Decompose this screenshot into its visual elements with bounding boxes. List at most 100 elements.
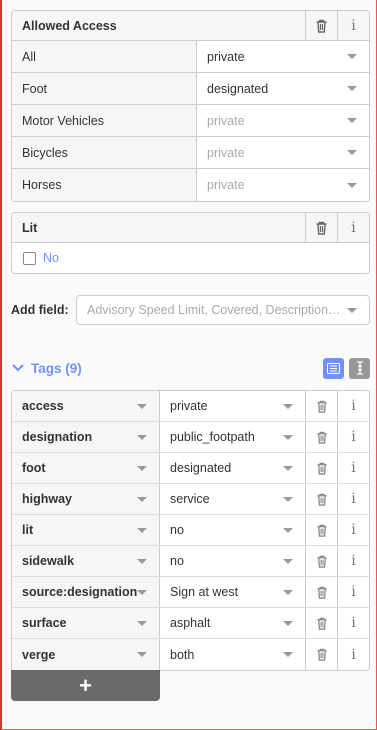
chevron-down-icon [137,496,147,502]
access-row: Motor Vehicles private [12,105,369,137]
access-row-select[interactable]: private [197,41,369,72]
lit-info-button[interactable]: i [337,213,369,243]
chevron-down-icon[interactable] [11,361,25,375]
tag-delete-button[interactable] [306,639,338,670]
info-icon: i [351,491,356,507]
tag-key-input[interactable]: foot [12,453,160,483]
tag-key-input[interactable]: verge [12,639,160,670]
text-view-button[interactable] [349,357,370,379]
trash-icon [316,586,327,599]
trash-icon [316,617,327,630]
tag-row: foot designated i [12,453,369,484]
lit-delete-button[interactable] [305,213,337,243]
info-icon: i [351,646,356,663]
tag-value-input[interactable]: Sign at west [160,577,306,607]
tag-key-input[interactable]: surface [12,608,160,638]
trash-icon [316,221,327,235]
tag-value-input[interactable]: no [160,546,306,576]
add-field-combobox[interactable]: Advisory Speed Limit, Covered, Descripti… [76,295,370,325]
tags-table: access private i designation public_footpath… [11,390,370,671]
chevron-down-icon [137,589,148,595]
tag-info-button[interactable]: i [338,453,369,483]
tag-delete-button[interactable] [306,422,338,452]
tag-delete-button[interactable] [306,484,338,514]
tag-value-input[interactable]: private [160,391,306,421]
tag-value-input[interactable]: asphalt [160,608,306,638]
list-view-button[interactable] [323,357,344,379]
tag-value-input[interactable]: no [160,515,306,545]
tag-key-input[interactable]: designation [12,422,160,452]
trash-icon [316,555,327,568]
access-row-select[interactable]: private [197,105,369,136]
tag-row: lit no i [12,515,369,546]
lit-field: Lit i No [11,212,370,274]
tag-value: Sign at west [170,585,239,599]
tag-info-button[interactable]: i [338,608,369,638]
tag-delete-button[interactable] [306,546,338,576]
tag-key-input[interactable]: lit [12,515,160,545]
tag-delete-button[interactable] [306,577,338,607]
tag-value: private [170,399,208,413]
tag-value-input[interactable]: both [160,639,306,670]
tag-row: source:designation Sign at west i [12,577,369,608]
tag-value-input[interactable]: public_footpath [160,422,306,452]
access-row-select[interactable]: designated [197,73,369,104]
tag-value: both [170,647,195,662]
tag-value-input[interactable]: designated [160,453,306,483]
tag-info-button[interactable]: i [338,422,369,452]
tag-key-input[interactable]: sidewalk [12,546,160,576]
tag-key-input[interactable]: source:designation [12,577,160,607]
tag-key-input[interactable]: highway [12,484,160,514]
tag-value: designated [170,461,232,475]
tag-value-input[interactable]: service [160,484,306,514]
tag-info-button[interactable]: i [338,546,369,576]
access-row: All private [12,41,369,73]
tag-info-button[interactable]: i [338,577,369,607]
trash-icon [316,400,327,413]
info-icon: i [351,219,356,236]
access-row-value: designated [207,81,269,96]
tag-row: designation public_footpath i [12,422,369,453]
info-icon: i [351,522,356,538]
access-row: Horses private [12,169,369,201]
tag-delete-button[interactable] [306,608,338,638]
access-row-label: All [12,41,197,72]
tag-delete-button[interactable] [306,515,338,545]
info-icon: i [351,17,356,34]
tag-key: lit [22,523,34,537]
add-tag-button[interactable]: + [11,670,160,701]
chevron-down-icon [137,403,147,409]
chevron-down-icon [137,434,147,440]
chevron-down-icon [347,54,357,59]
tags-toggle[interactable]: Tags (9) [31,361,318,376]
tag-row: surface asphalt i [12,608,369,639]
access-row-select[interactable]: private [197,137,369,168]
access-row-label: Bicycles [12,137,197,168]
lit-checkbox-row[interactable]: No [12,243,369,273]
access-row-label: Motor Vehicles [12,105,197,136]
allowed-access-info-button[interactable]: i [337,11,369,41]
chevron-down-icon [283,527,293,533]
chevron-down-icon [347,182,357,188]
tag-info-button[interactable]: i [338,639,369,670]
tag-key: source:designation [22,585,138,599]
trash-icon [316,19,327,33]
access-row-select[interactable]: private [197,169,369,201]
allowed-access-delete-button[interactable] [305,11,337,41]
add-field-placeholder: Advisory Speed Limit, Covered, Descripti… [87,303,341,317]
chevron-down-icon [283,558,293,564]
chevron-down-icon [283,652,293,657]
tag-key: highway [22,492,73,506]
allowed-access-field: Allowed Access i All private Foot designate… [11,10,370,202]
tag-info-button[interactable]: i [338,515,369,545]
tag-key-input[interactable]: access [12,391,160,421]
tag-info-button[interactable]: i [338,484,369,514]
tag-delete-button[interactable] [306,453,338,483]
lit-checkbox[interactable] [23,251,36,265]
chevron-down-icon [283,434,293,440]
tag-value: service [170,492,210,506]
tag-delete-button[interactable] [306,391,338,421]
tag-info-button[interactable]: i [338,391,369,421]
tag-value: public_footpath [170,430,255,444]
lit-title: Lit [22,220,38,235]
